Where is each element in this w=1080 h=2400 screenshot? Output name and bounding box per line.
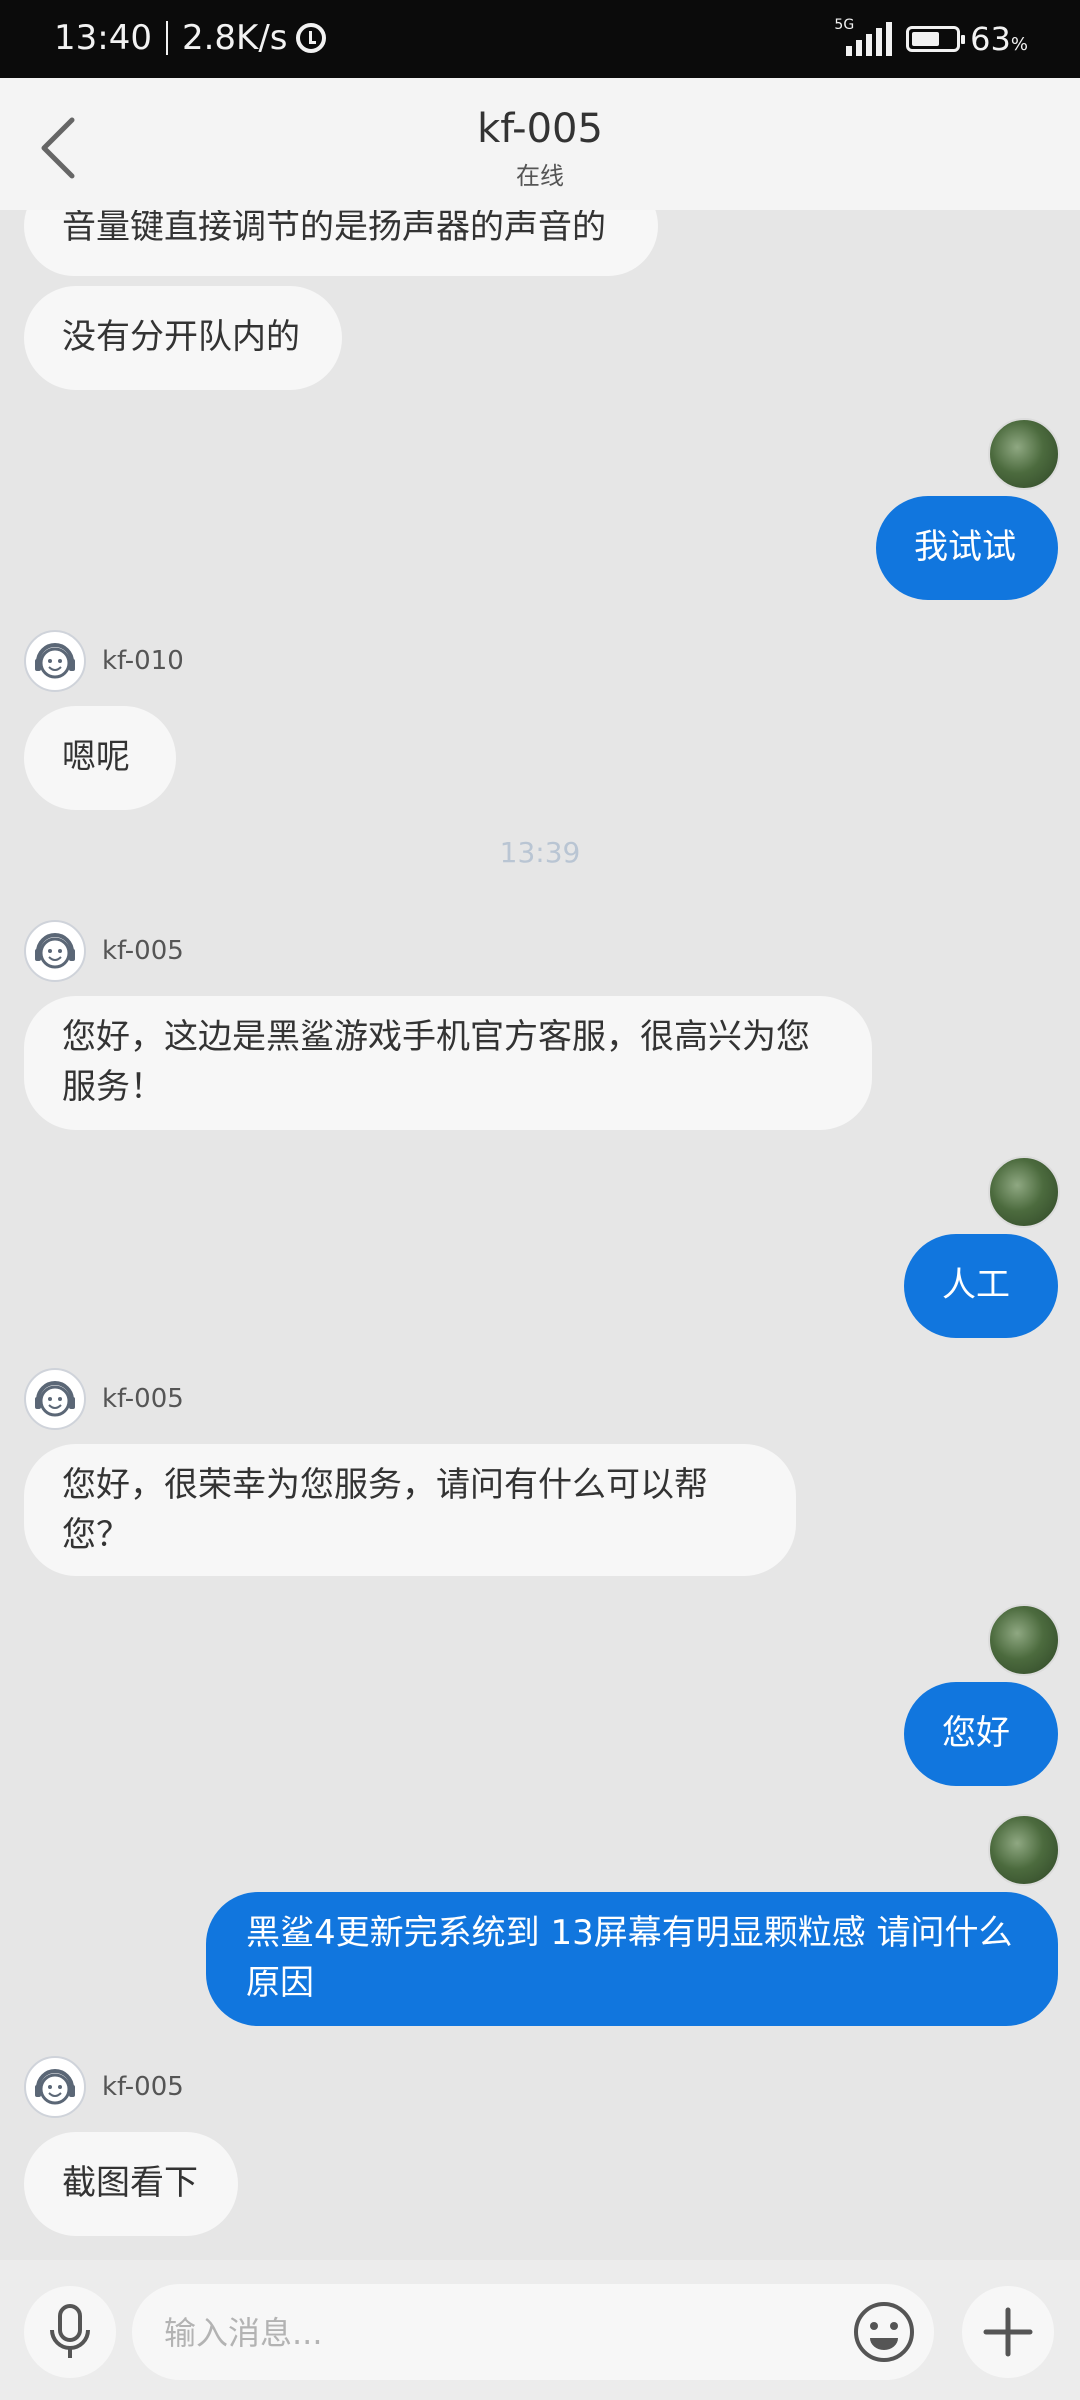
message-list[interactable]: 音量键直接调节的是扬声器的声音的 没有分开队内的 我试试 kf-010 嗯呢 1… — [0, 0, 1080, 2260]
user-avatar[interactable] — [988, 1604, 1060, 1676]
microphone-icon — [50, 2304, 90, 2358]
headset-icon — [35, 1381, 75, 1417]
agent-name: kf-010 — [102, 646, 184, 676]
agent-name: kf-005 — [102, 936, 184, 966]
message-bubble-outgoing[interactable]: 我试试 — [876, 496, 1058, 600]
agent-header: kf-010 — [24, 630, 184, 692]
message-bubble-incoming[interactable]: 您好，很荣幸为您服务，请问有什么可以帮您？ — [24, 1444, 796, 1576]
input-bar — [0, 2260, 1080, 2400]
message-bubble-incoming[interactable]: 您好，这边是黑鲨游戏手机官方客服，很高兴为您服务！ — [24, 996, 872, 1130]
emoji-button[interactable] — [848, 2296, 920, 2368]
agent-avatar[interactable] — [24, 630, 86, 692]
headset-icon — [35, 643, 75, 679]
message-text: 没有分开队内的 — [62, 317, 300, 357]
chat-title: kf-005 — [477, 106, 603, 152]
message-text: 我试试 — [914, 527, 1016, 567]
user-avatar[interactable] — [988, 1814, 1060, 1886]
agent-name: kf-005 — [102, 2072, 184, 2102]
message-bubble-incoming[interactable]: 没有分开队内的 — [24, 286, 342, 390]
message-bubble-incoming[interactable]: 嗯呢 — [24, 706, 176, 810]
agent-name: kf-005 — [102, 1384, 184, 1414]
more-button[interactable] — [962, 2286, 1054, 2378]
agent-header: kf-005 — [24, 920, 184, 982]
message-text: 嗯呢 — [62, 737, 130, 777]
message-bubble-outgoing[interactable]: 您好 — [904, 1682, 1058, 1786]
message-bubble-outgoing[interactable]: 人工 — [904, 1234, 1058, 1338]
message-text: 您好，这边是黑鲨游戏手机官方客服，很高兴为您服务！ — [62, 1017, 810, 1107]
agent-avatar[interactable] — [24, 920, 86, 982]
user-avatar[interactable] — [988, 418, 1060, 490]
message-bubble-outgoing[interactable]: 黑鲨4更新完系统到 13屏幕有明显颗粒感 请问什么原因 — [206, 1892, 1058, 2026]
agent-avatar[interactable] — [24, 1368, 86, 1430]
message-bubble-incoming[interactable]: 截图看下 — [24, 2132, 238, 2236]
plus-icon — [983, 2307, 1033, 2357]
timestamp: 13:39 — [499, 836, 581, 869]
message-input-container — [132, 2284, 934, 2380]
message-text: 您好，很荣幸为您服务，请问有什么可以帮您？ — [62, 1465, 708, 1555]
message-input[interactable] — [162, 2302, 806, 2364]
message-text: 截图看下 — [62, 2163, 198, 2203]
voice-button[interactable] — [24, 2286, 116, 2378]
message-text: 黑鲨4更新完系统到 13屏幕有明显颗粒感 请问什么原因 — [246, 1913, 1013, 2003]
message-text: 您好 — [942, 1713, 1010, 1753]
message-text: 音量键直接调节的是扬声器的声音的 — [62, 207, 606, 247]
agent-header: kf-005 — [24, 1368, 184, 1430]
emoji-icon — [854, 2302, 914, 2362]
user-avatar[interactable] — [988, 1156, 1060, 1228]
headset-icon — [35, 933, 75, 969]
chat-header: kf-005 在线 — [0, 78, 1080, 210]
agent-avatar[interactable] — [24, 2056, 86, 2118]
agent-header: kf-005 — [24, 2056, 184, 2118]
chat-status: 在线 — [516, 162, 564, 190]
message-text: 人工 — [942, 1265, 1010, 1305]
headset-icon — [35, 2069, 75, 2105]
